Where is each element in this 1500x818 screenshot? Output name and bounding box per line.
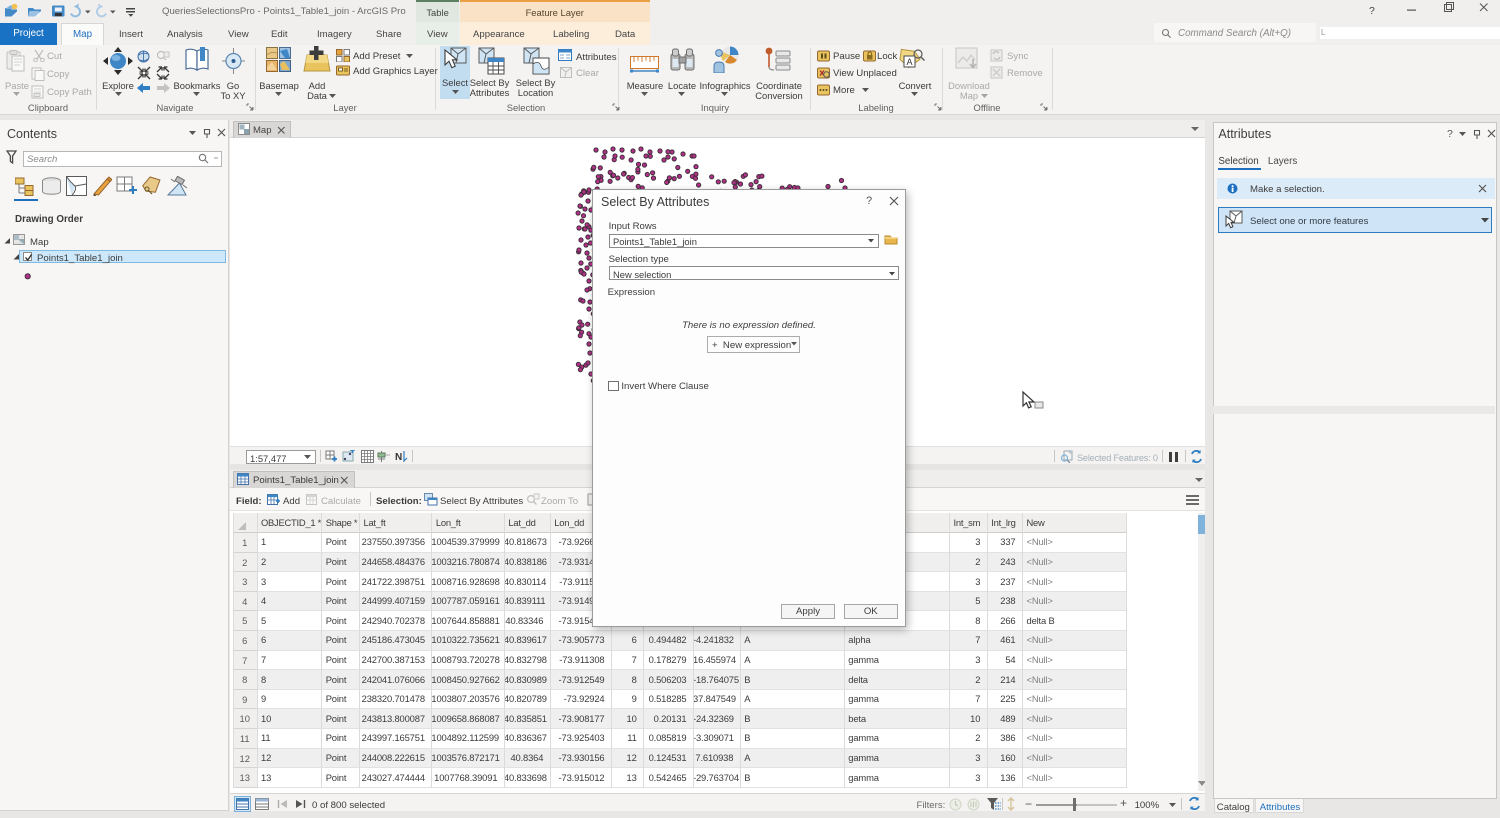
svg-text:A: A bbox=[907, 57, 913, 67]
svg-text:N: N bbox=[395, 452, 402, 463]
